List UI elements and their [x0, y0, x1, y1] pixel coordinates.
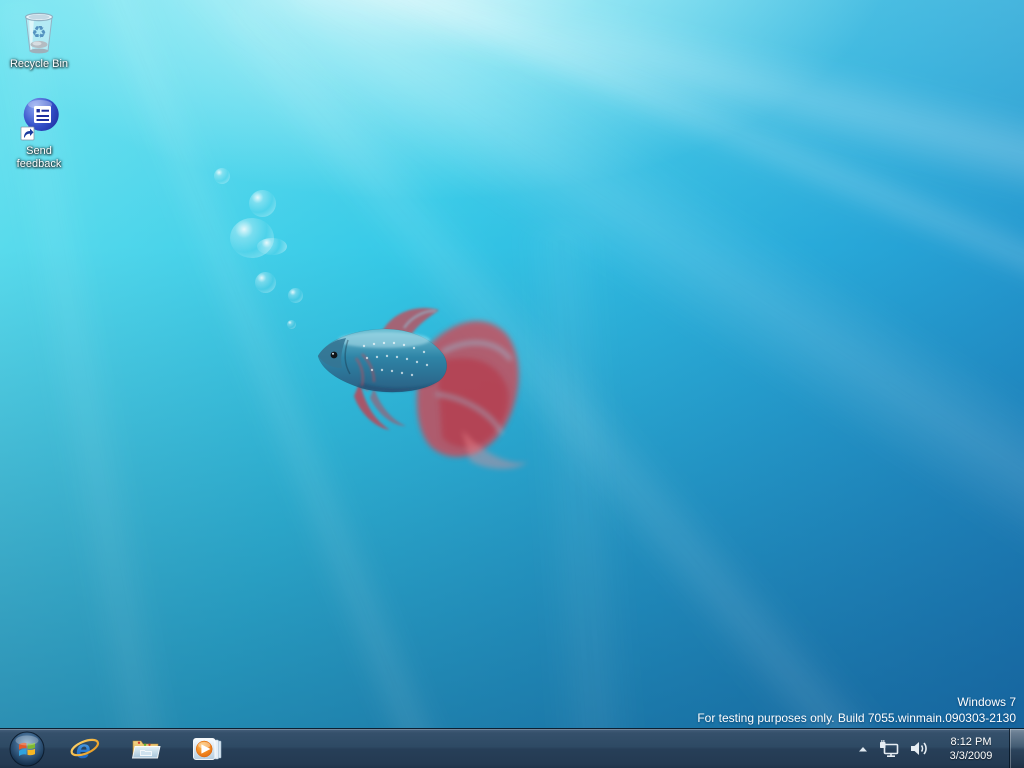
light-ray: [225, 0, 1024, 768]
light-ray: [82, 0, 550, 768]
internet-explorer-icon: e: [69, 733, 101, 765]
clock-time: 8:12 PM: [951, 735, 992, 749]
show-hidden-icons-button[interactable]: [851, 729, 875, 768]
taskbar-item-windows-media-player[interactable]: [176, 729, 237, 768]
show-desktop-button[interactable]: [1009, 729, 1024, 768]
watermark-build: For testing purposes only. Build 7055.wi…: [697, 710, 1016, 726]
chevron-up-icon: [857, 744, 869, 754]
bubble: [255, 272, 276, 293]
taskbar-item-internet-explorer[interactable]: e: [54, 729, 115, 768]
system-tray: 8:12 PM 3/3/2009: [851, 729, 1024, 768]
network-icon: [879, 740, 901, 758]
desktop-icon-recycle-bin[interactable]: ♻ Recycle Bin: [1, 8, 77, 71]
taskbar-item-windows-explorer[interactable]: [115, 729, 176, 768]
recycle-bin-icon: ♻: [15, 8, 63, 56]
desktop-icon-grid: ♻ Recycle Bin: [0, 8, 78, 195]
taskbar-pinned-items: e: [54, 729, 237, 768]
speaker-icon: [909, 740, 929, 757]
bubble: [214, 168, 230, 184]
windows-media-player-icon: [191, 733, 223, 765]
windows-explorer-icon: [130, 733, 162, 765]
taskbar: e: [0, 728, 1024, 768]
svg-text:♻: ♻: [31, 23, 46, 42]
start-button[interactable]: [0, 729, 54, 768]
bubble: [230, 218, 274, 258]
bubble: [257, 238, 287, 255]
volume-tray-icon[interactable]: [905, 729, 933, 768]
build-watermark: Windows 7 For testing purposes only. Bui…: [697, 694, 1016, 726]
clock-date: 3/3/2009: [950, 749, 993, 763]
bubble: [288, 288, 303, 303]
watermark-product: Windows 7: [697, 694, 1016, 710]
betta-fish-wallpaper: [312, 302, 537, 474]
bubble: [249, 190, 276, 217]
bubble: [287, 320, 296, 329]
desktop: ♻ Recycle Bin: [0, 0, 1024, 768]
windows-orb-icon: [9, 731, 45, 767]
clock[interactable]: 8:12 PM 3/3/2009: [933, 729, 1009, 768]
desktop-icon-label: Recycle Bin: [10, 58, 68, 71]
light-ray: [169, 0, 1024, 768]
light-ray: [515, 222, 654, 768]
svg-text:e: e: [76, 734, 90, 764]
light-ray: [290, 0, 1024, 377]
desktop-icon-label: Send feedback: [5, 145, 73, 171]
network-tray-icon[interactable]: [875, 729, 905, 768]
send-feedback-icon: [15, 95, 63, 143]
desktop-icon-send-feedback[interactable]: Send feedback: [1, 95, 77, 171]
light-ray: [351, 0, 1024, 582]
